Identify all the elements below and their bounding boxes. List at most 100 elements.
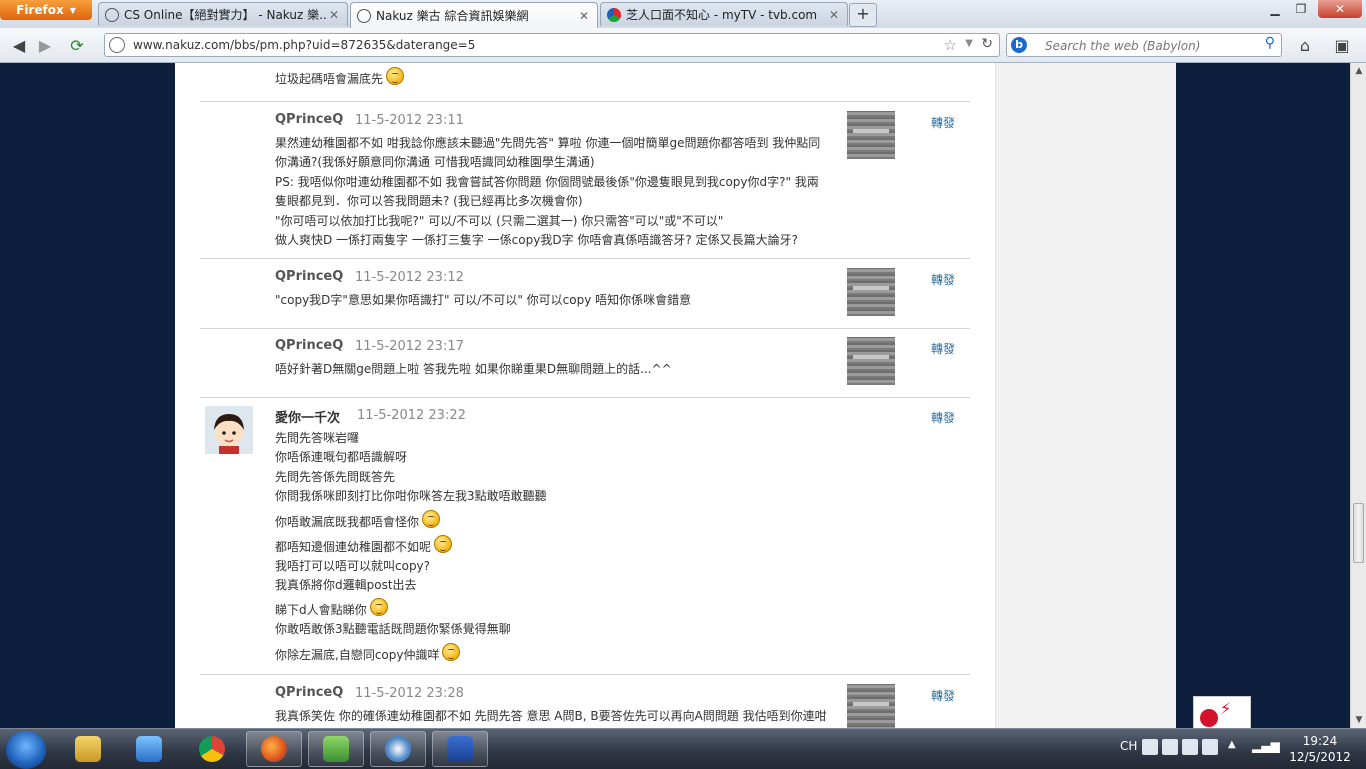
post-body: 我真係笑佐 你的確係連幼稚園都不如 先問先答 意思 A問B, B要答佐先可以再向… <box>275 707 835 726</box>
close-icon[interactable]: ✕ <box>327 8 341 22</box>
post-item: QPrinceQ 11-5-2012 23:12 轉發 "copy我D字"意思如… <box>200 259 970 329</box>
forward-link[interactable]: 轉發 <box>931 114 955 131</box>
scroll-thumb[interactable] <box>1353 503 1364 563</box>
post-author[interactable]: QPrinceQ <box>275 685 343 700</box>
site-identity-icon[interactable] <box>109 37 125 53</box>
forward-arrow-icon[interactable]: ▶ <box>34 34 56 56</box>
forward-link[interactable]: 轉發 <box>931 271 955 288</box>
maximize-icon[interactable]: ❐ <box>1288 0 1314 18</box>
smiley-icon <box>434 534 453 553</box>
forward-link[interactable]: 轉發 <box>931 409 955 426</box>
system-clock[interactable]: 19:24 12/5/2012 <box>1284 733 1356 765</box>
tab-nakuz[interactable]: Nakuz 樂古 綜合資訊娛樂網 ✕ <box>350 2 598 28</box>
chevron-down-icon: ▼ <box>69 5 76 15</box>
reload-icon[interactable]: ↻ <box>981 36 993 52</box>
tab-label: 芝人口面不知心 - myTV - tvb.com <box>626 8 818 22</box>
close-icon[interactable]: ✕ <box>577 9 591 23</box>
clock-time: 19:24 <box>1302 734 1338 748</box>
post-text: 你敢唔敢係3點聽電話既問題你緊係覺得無聊 <box>275 622 511 637</box>
search-icon[interactable]: ⚲ <box>1265 35 1275 51</box>
smiley-icon <box>369 598 388 617</box>
post-author[interactable]: 愛你一千次 <box>275 407 340 426</box>
taskbar-firefox[interactable] <box>246 731 302 767</box>
toolbar-menu-icon[interactable]: ▣ <box>1328 34 1356 56</box>
vertical-scrollbar[interactable]: ▲ ▼ <box>1350 63 1366 728</box>
minimize-icon[interactable]: ▁ <box>1262 0 1288 18</box>
post-time: 11-5-2012 23:12 <box>355 270 464 285</box>
tray-expand-icon[interactable]: ▲ <box>1228 739 1236 750</box>
new-tab-button[interactable]: + <box>849 3 877 27</box>
avatar-face-icon <box>205 406 253 454</box>
post-time: 11-5-2012 23:28 <box>355 686 464 701</box>
back-arrow-icon[interactable]: ◀ <box>8 34 30 56</box>
window-close-icon[interactable]: ✕ <box>1318 0 1362 18</box>
search-bar[interactable]: b ⚲ <box>1006 33 1282 57</box>
history-dropdown-icon[interactable]: ▼ <box>965 38 973 49</box>
tab-cs-online[interactable]: CS Online【絕對實力】 - Nakuz 樂... ✕ <box>98 2 348 26</box>
ime-width-icon[interactable] <box>1182 739 1198 755</box>
post-item: 愛你一千次 11-5-2012 23:22 轉發 先問先答咪岩囉 你唔係連嘅句都… <box>200 397 970 675</box>
site-favicon-icon <box>357 8 371 23</box>
ime-icon[interactable] <box>1142 739 1158 755</box>
firefox-menu-label: Firefox <box>16 3 64 17</box>
scroll-down-icon[interactable]: ▼ <box>1353 715 1365 725</box>
firefox-icon <box>261 736 287 762</box>
taskbar-word[interactable] <box>432 731 488 767</box>
post-thumbnail[interactable] <box>847 684 895 728</box>
post-thumbnail[interactable] <box>847 111 895 159</box>
right-sidebar <box>995 63 1176 728</box>
taskbar-explorer[interactable] <box>60 731 116 767</box>
tab-label: CS Online【絕對實力】 - Nakuz 樂... <box>124 8 327 22</box>
avatar[interactable] <box>205 406 253 454</box>
url-text[interactable]: www.nakuz.com/bbs/pm.php?uid=872635&date… <box>133 38 475 52</box>
address-bar[interactable]: www.nakuz.com/bbs/pm.php?uid=872635&date… <box>104 33 1000 57</box>
forward-link[interactable]: 轉發 <box>931 687 955 704</box>
home-icon[interactable]: ⌂ <box>1294 34 1316 56</box>
tvb-favicon-icon <box>607 7 621 22</box>
post-item: QPrinceQ 11-5-2012 23:28 轉發 我真係笑佐 你的確係連幼… <box>200 675 970 728</box>
post-thumbnail[interactable] <box>847 337 895 385</box>
post-author[interactable]: QPrinceQ <box>275 269 343 284</box>
smiley-icon <box>386 67 405 85</box>
start-button[interactable] <box>6 731 46 769</box>
forward-link[interactable]: 轉發 <box>931 340 955 357</box>
navigation-toolbar: ◀ ▶ ⟳ www.nakuz.com/bbs/pm.php?uid=87263… <box>0 28 1366 63</box>
post-author[interactable]: QPrinceQ <box>275 338 343 353</box>
post-body: 唔好針著D無關ge問題上啦 答我先啦 如果你睇重果D無聊問題上的話...^^ <box>275 360 835 379</box>
chat-widget[interactable]: ⚡ <box>1193 696 1251 729</box>
app-icon <box>385 736 411 762</box>
chat-icon <box>1200 709 1218 727</box>
scroll-up-icon[interactable]: ▲ <box>1353 66 1365 76</box>
tab-tvb[interactable]: 芝人口面不知心 - myTV - tvb.com ✕ <box>600 2 848 26</box>
babylon-engine-icon[interactable]: b <box>1011 37 1027 53</box>
search-input[interactable] <box>1043 35 1257 57</box>
media-player-icon <box>136 736 162 762</box>
bookmark-star-icon[interactable]: ☆ <box>944 36 957 54</box>
messenger-icon <box>323 736 349 762</box>
firefox-menu-button[interactable]: Firefox ▼ <box>0 0 92 20</box>
post-text: "你可唔可以依加打比我呢?" 可以/不可以 (只需二選其一) 你只需答"可以"或… <box>275 213 724 228</box>
taskbar-media-player[interactable] <box>121 731 177 767</box>
post-text: 果然連幼稚園都不如 咁我諗你應該未聽過"先問先答" 算啦 你連一個咁簡單ge問題… <box>275 136 821 150</box>
taskbar-chrome[interactable] <box>184 731 240 767</box>
windows-taskbar: CH ▲ ▂▄▆ 19:24 12/5/2012 <box>0 728 1366 769</box>
post-text: 先問先答係先問既答先 <box>275 469 396 484</box>
post-author[interactable]: QPrinceQ <box>275 112 343 127</box>
post-thumbnail[interactable] <box>847 268 895 316</box>
post-text: 睇下d人會點睇你 <box>275 603 367 618</box>
post-text: PS: 我唔似你咁連幼稚園都不如 我會嘗試答你問題 你個問號最後係"你邊隻眼見到… <box>275 174 819 189</box>
addon-icon[interactable]: ⟳ <box>66 34 88 56</box>
ime-mode-icon[interactable] <box>1162 739 1178 755</box>
network-signal-icon[interactable]: ▂▄▆ <box>1252 739 1280 753</box>
ime-tools-icon[interactable] <box>1202 739 1218 755</box>
close-icon[interactable]: ✕ <box>827 8 841 22</box>
word-icon <box>447 736 473 762</box>
post-text: 你除左漏底,自戀同copy仲識咩 <box>275 647 440 662</box>
language-indicator[interactable]: CH <box>1120 739 1137 753</box>
site-favicon-icon <box>105 7 119 22</box>
taskbar-app[interactable] <box>370 731 426 767</box>
post-text: 你溝通?(我係好願意同你溝通 可惜我唔識同幼稚園學生溝通) <box>275 155 595 170</box>
post-time: 11-5-2012 23:22 <box>357 408 466 423</box>
taskbar-messenger[interactable] <box>308 731 364 767</box>
post-text: "copy我D字"意思如果你唔識打" 可以/不可以" 你可以copy 唔知你係咪… <box>275 293 692 307</box>
